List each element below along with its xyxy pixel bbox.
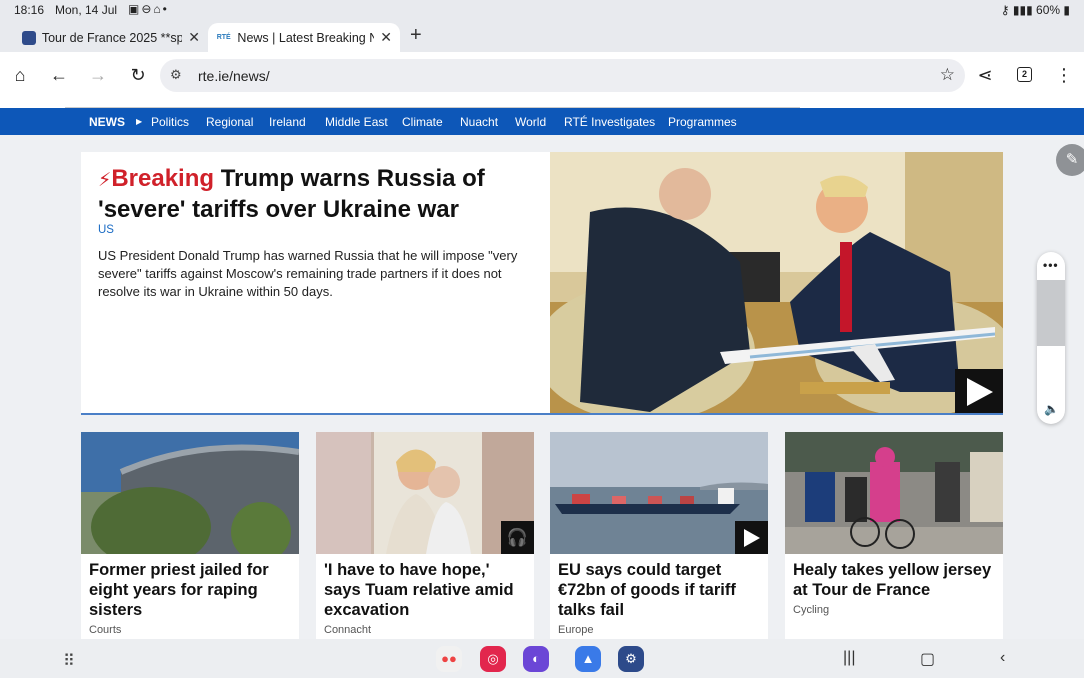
card-thumbnail[interactable] <box>550 432 768 554</box>
address-bar[interactable]: ⚙ rte.ie/news/ ☆ <box>160 59 965 92</box>
key-icon: ⚷ <box>1000 3 1010 17</box>
tab-title: Tour de France 2025 **spoile <box>41 30 183 45</box>
nav-programmes[interactable]: Programmes <box>668 115 737 129</box>
menu-kebab-icon[interactable]: ⋮ <box>1053 64 1075 86</box>
tab-favicon <box>22 30 36 45</box>
tab-tour-de-france[interactable]: Tour de France 2025 **spoile ✕ <box>14 23 208 52</box>
battery-icon: ▮ <box>1063 3 1070 17</box>
story-card[interactable]: 🎧 'I have to have hope,' says Tuam relat… <box>316 432 534 639</box>
nav-middle-east[interactable]: Middle East <box>325 115 388 129</box>
card-title[interactable]: EU says could target €72bn of goods if t… <box>558 560 762 620</box>
close-tab-icon[interactable]: ✕ <box>380 29 392 46</box>
share-icon[interactable]: ⋖ <box>974 64 996 86</box>
navigation-app-icon[interactable]: ▲ <box>575 646 601 672</box>
card-title[interactable]: 'I have to have hope,' says Tuam relativ… <box>324 560 528 620</box>
tab-favicon: RTÉ <box>216 34 231 41</box>
system-nav-bar: ⠿ ●● ◎ ◐ ▲ ⚙ ||| ▢ ‹ <box>0 639 1084 678</box>
breaking-label: Breaking <box>111 165 215 192</box>
dock-app-icon[interactable]: ●● <box>436 646 462 672</box>
hero-tag[interactable]: US <box>98 224 114 236</box>
status-time: 18:16 <box>14 3 45 17</box>
recents-icon[interactable]: ||| <box>843 649 855 667</box>
url-text[interactable]: rte.ie/news/ <box>198 68 270 84</box>
card-section[interactable]: Europe <box>558 624 593 636</box>
edit-pencil-icon[interactable]: ✎ <box>1056 144 1084 176</box>
battery-level: 60% <box>1036 3 1061 17</box>
status-date: Mon, 14 Jul <box>55 3 118 17</box>
home-icon[interactable]: ⌂ <box>9 64 31 86</box>
more-options-icon[interactable]: ••• <box>1043 258 1059 272</box>
nav-politics[interactable]: Politics <box>151 115 189 129</box>
tab-title: News | Latest Breaking News <box>237 30 375 45</box>
card-title[interactable]: Healy takes yellow jersey at Tour de Fra… <box>793 560 997 600</box>
story-card[interactable]: Former priest jailed for eight years for… <box>81 432 299 639</box>
reload-icon[interactable]: ↻ <box>127 64 149 86</box>
header-strip <box>0 99 1084 108</box>
nav-world[interactable]: World <box>515 115 546 129</box>
back-icon[interactable]: ← <box>48 64 70 86</box>
headphones-icon[interactable]: 🎧 <box>501 521 534 554</box>
card-section[interactable]: Courts <box>89 624 121 636</box>
nav-news[interactable]: NEWS <box>89 115 125 129</box>
card-section[interactable]: Connacht <box>324 624 371 636</box>
story-card[interactable]: Healy takes yellow jersey at Tour de Fra… <box>785 432 1003 639</box>
notification-icons: ▣⊖⌂• <box>128 2 169 16</box>
forward-icon[interactable]: → <box>87 64 109 86</box>
browser-toolbar: ⌂ ← → ↻ ⚙ rte.ie/news/ ☆ ⋖ 2 ⋮ <box>0 52 1084 99</box>
app-drawer-icon[interactable]: ⠿ <box>63 651 75 671</box>
camera-app-icon[interactable]: ◎ <box>480 646 506 672</box>
tab-switcher-button[interactable]: 2 <box>1017 67 1032 82</box>
settings-app-icon[interactable]: ⚙ <box>618 646 644 672</box>
volume-slider[interactable] <box>1037 280 1065 346</box>
card-thumbnail[interactable] <box>81 432 299 554</box>
status-right: ⚷ ▮▮▮ 60% ▮ <box>1001 3 1070 17</box>
nav-ireland[interactable]: Ireland <box>269 115 306 129</box>
nav-climate[interactable]: Climate <box>402 115 443 129</box>
site-settings-icon[interactable]: ⚙ <box>170 67 182 83</box>
hero-story[interactable]: ⚡Breaking Trump warns Russia of 'severe'… <box>81 152 1003 415</box>
hero-photo-illustration <box>550 152 1003 413</box>
nav-nuacht[interactable]: Nuacht <box>460 115 498 129</box>
card-section[interactable]: Cycling <box>793 604 829 616</box>
nav-rte-investigates[interactable]: RTÉ Investigates <box>564 115 655 129</box>
play-video-icon[interactable] <box>735 521 768 554</box>
news-navbar: NEWS ▶ Politics Regional Ireland Middle … <box>0 108 1084 135</box>
speaker-icon[interactable]: 🔈 <box>1044 402 1059 416</box>
nav-regional[interactable]: Regional <box>206 115 253 129</box>
card-thumbnail[interactable] <box>785 432 1003 554</box>
cycling-photo <box>785 432 1003 554</box>
nav-arrow-icon: ▶ <box>136 117 143 126</box>
internet-app-icon[interactable]: ◐ <box>523 646 549 672</box>
hero-summary: US President Donald Trump has warned Rus… <box>98 248 518 299</box>
bookmark-star-icon[interactable]: ☆ <box>940 65 955 85</box>
home-button-icon[interactable]: ▢ <box>920 649 935 669</box>
play-video-icon[interactable] <box>955 369 1003 413</box>
close-tab-icon[interactable]: ✕ <box>188 29 200 46</box>
new-tab-icon[interactable]: + <box>410 24 422 47</box>
hero-headline[interactable]: ⚡Breaking Trump warns Russia of 'severe'… <box>98 164 518 224</box>
hero-photo[interactable] <box>550 152 1003 413</box>
lightning-icon: ⚡ <box>98 170 112 191</box>
signal-icon: ▮▮▮ <box>1012 3 1033 17</box>
status-bar: 18:16 Mon, 14 Jul ▣⊖⌂• ⚷ ▮▮▮ 60% ▮ <box>0 0 1084 20</box>
card-thumbnail[interactable]: 🎧 <box>316 432 534 554</box>
building-photo <box>81 432 299 554</box>
back-button-icon[interactable]: ‹ <box>1000 649 1005 667</box>
card-title[interactable]: Former priest jailed for eight years for… <box>89 560 293 620</box>
tab-rte-news[interactable]: RTÉ News | Latest Breaking News ✕ <box>208 23 400 52</box>
tab-strip: Tour de France 2025 **spoile ✕ RTÉ News … <box>0 20 1084 52</box>
volume-panel[interactable]: ••• 🔈 <box>1037 252 1065 424</box>
screen: { "status_bar": { "time": "18:16", "date… <box>0 0 1084 678</box>
story-card[interactable]: EU says could target €72bn of goods if t… <box>550 432 768 639</box>
web-content: NEWS ▶ Politics Regional Ireland Middle … <box>0 99 1084 639</box>
